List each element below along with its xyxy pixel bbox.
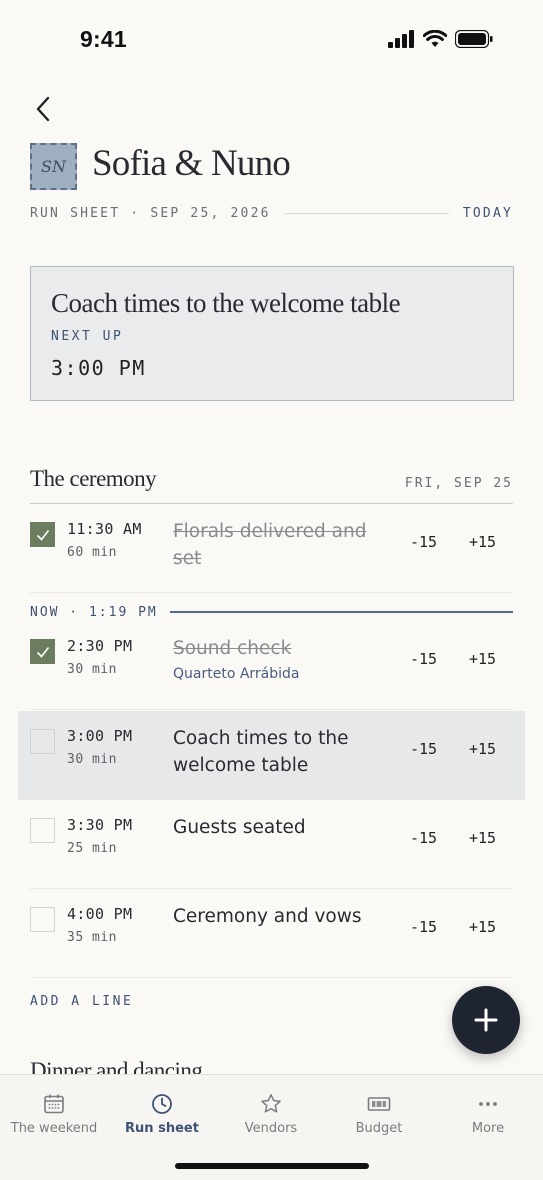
- row-checkbox[interactable]: [30, 522, 55, 547]
- shift-later-button[interactable]: +15: [469, 650, 496, 668]
- back-button[interactable]: [28, 92, 58, 126]
- tab-budget[interactable]: Budget: [325, 1093, 433, 1143]
- shift-later-button[interactable]: +15: [469, 918, 496, 936]
- row-checkbox[interactable]: [30, 818, 55, 843]
- page-title: Sofia & Nuno: [92, 143, 291, 184]
- row-duration: 30 min: [67, 752, 117, 767]
- row-title[interactable]: Sound check: [173, 635, 388, 662]
- now-marker: NOW · 1:19 PM: [30, 603, 513, 621]
- run-sheet-date-label: RUN SHEET · SEP 25, 2026: [30, 205, 271, 221]
- shift-later-button[interactable]: +15: [469, 533, 496, 551]
- tab-run-sheet[interactable]: Run sheet: [108, 1093, 216, 1143]
- next-up-kicker: NEXT UP: [51, 329, 124, 344]
- battery-icon: [455, 30, 493, 48]
- shift-earlier-button[interactable]: -15: [410, 740, 437, 758]
- row-content: 2:30 PM 30 min Sound check Quarteto Arrá…: [30, 621, 513, 710]
- tab-the-weekend[interactable]: The weekend: [0, 1093, 108, 1143]
- tab-vendors[interactable]: Vendors: [217, 1093, 325, 1143]
- today-button[interactable]: TODAY: [463, 206, 513, 221]
- add-line-button[interactable]: ADD A LINE: [30, 994, 133, 1009]
- more-icon: [479, 1102, 497, 1106]
- checkmark-icon: [36, 646, 49, 658]
- couple-monogram-badge: SN: [30, 143, 77, 190]
- status-time: 9:41: [80, 26, 127, 52]
- row-time: 4:00 PM: [67, 905, 133, 923]
- row-title[interactable]: Florals delivered and set: [173, 518, 388, 572]
- calendar-icon: [44, 1094, 64, 1114]
- home-indicator[interactable]: [175, 1163, 369, 1169]
- row-title[interactable]: Coach times to the welcome table: [173, 725, 388, 779]
- row-duration: 25 min: [67, 841, 117, 856]
- plus-icon: [474, 1008, 498, 1032]
- row-title[interactable]: Guests seated: [173, 814, 388, 841]
- tab-label: Vendors: [244, 1121, 298, 1136]
- cellular-signal-icon: [388, 30, 414, 48]
- row-time: 3:30 PM: [67, 816, 133, 834]
- tab-label: More: [471, 1121, 505, 1136]
- row-duration: 35 min: [67, 930, 117, 945]
- now-marker-label: NOW · 1:19 PM: [30, 604, 158, 620]
- wifi-icon: [423, 30, 447, 47]
- row-duration: 30 min: [67, 662, 117, 677]
- run-sheet-row: 4:00 PM 35 min Ceremony and vows -15 +15: [30, 889, 513, 978]
- chevron-left-icon: [36, 96, 50, 122]
- row-time: 11:30 AM: [67, 520, 142, 538]
- status-icons: [388, 30, 493, 48]
- shift-earlier-button[interactable]: -15: [410, 918, 437, 936]
- row-duration: 60 min: [67, 545, 117, 560]
- row-checkbox[interactable]: [30, 729, 55, 754]
- next-up-time: 3:00 PM: [51, 356, 146, 380]
- next-up-card[interactable]: Coach times to the welcome table NEXT UP…: [30, 266, 514, 401]
- run-sheet-meta: RUN SHEET · SEP 25, 2026 TODAY: [30, 204, 513, 222]
- tab-more[interactable]: More: [434, 1093, 542, 1143]
- shift-earlier-button[interactable]: -15: [410, 650, 437, 668]
- row-checkbox[interactable]: [30, 639, 55, 664]
- run-sheet-row: 3:30 PM 25 min Guests seated -15 +15: [30, 800, 513, 889]
- shift-later-button[interactable]: +15: [469, 740, 496, 758]
- add-fab-button[interactable]: [452, 986, 520, 1054]
- next-up-title: Coach times to the welcome table: [51, 288, 401, 318]
- row-vendor-link[interactable]: Quarteto Arrábida: [173, 666, 300, 682]
- clock-icon: [152, 1094, 172, 1114]
- row-content: 3:00 PM 30 min Coach times to the welcom…: [30, 711, 513, 800]
- now-marker-line: [169, 611, 513, 613]
- row-time: 3:00 PM: [67, 727, 133, 745]
- row-time: 2:30 PM: [67, 637, 133, 655]
- shift-later-button[interactable]: +15: [469, 829, 496, 847]
- tab-label: Run sheet: [125, 1121, 199, 1136]
- shift-earlier-button[interactable]: -15: [410, 533, 437, 551]
- shift-earlier-button[interactable]: -15: [410, 829, 437, 847]
- run-sheet-row-current: 3:00 PM 30 min Coach times to the welcom…: [18, 711, 525, 800]
- section-date: FRI, SEP 25: [404, 476, 513, 491]
- checkmark-icon: [36, 529, 49, 541]
- row-content: 3:30 PM 25 min Guests seated -15 +15: [30, 800, 513, 889]
- tab-label: Budget: [355, 1121, 403, 1136]
- row-content: 11:30 AM 60 min Florals delivered and se…: [30, 504, 513, 593]
- section-title: The ceremony: [30, 466, 157, 491]
- star-icon: [261, 1094, 281, 1113]
- row-content: 4:00 PM 35 min Ceremony and vows -15 +15: [30, 889, 513, 978]
- run-sheet-row: 2:30 PM 30 min Sound check Quarteto Arrá…: [30, 621, 513, 710]
- banknote-icon: [367, 1097, 391, 1111]
- divider: [284, 212, 449, 214]
- status-bar: 9:41: [0, 0, 543, 78]
- tab-label: The weekend: [10, 1121, 98, 1136]
- run-sheet-row: 11:30 AM 60 min Florals delivered and se…: [30, 504, 513, 593]
- row-title[interactable]: Ceremony and vows: [173, 903, 388, 930]
- row-checkbox[interactable]: [30, 907, 55, 932]
